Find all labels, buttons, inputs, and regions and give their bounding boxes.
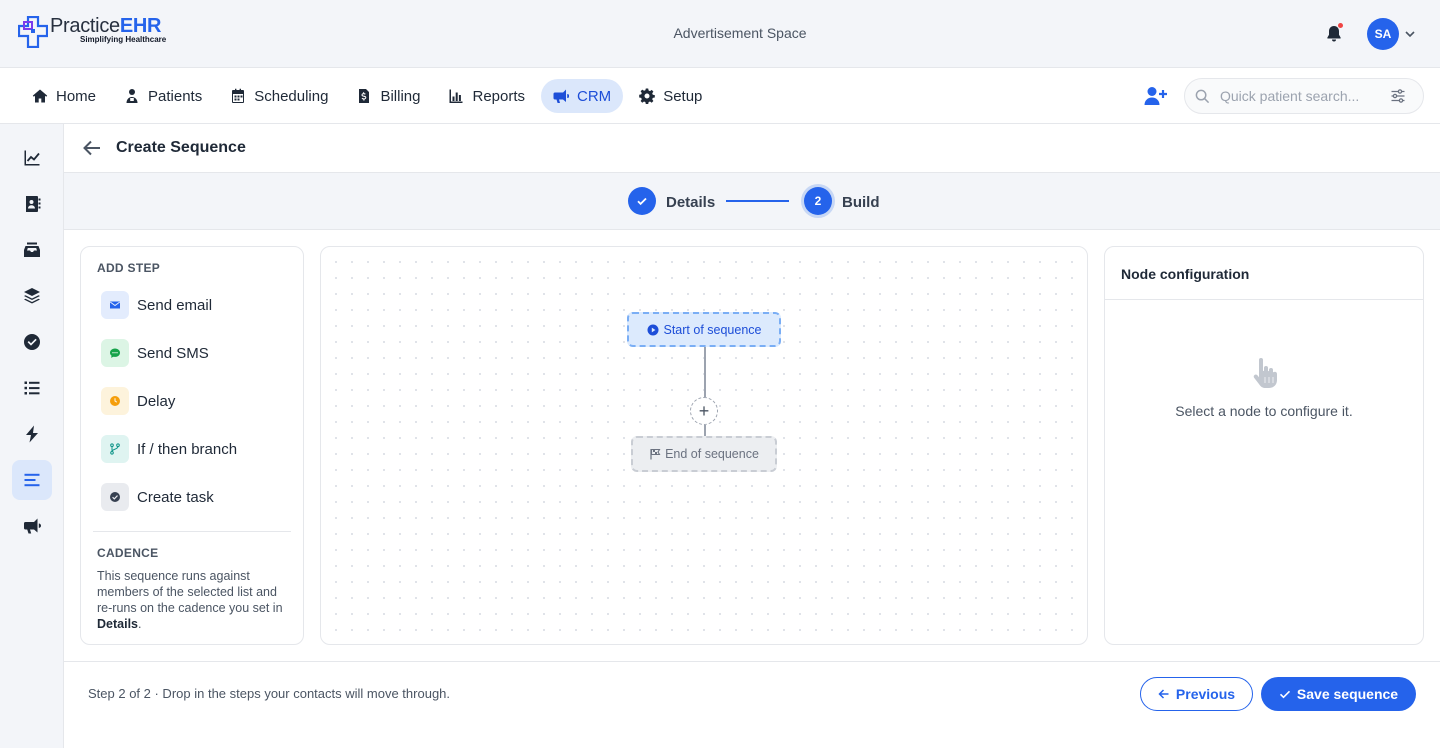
save-sequence-button[interactable]: Save sequence [1261,677,1416,711]
billing-icon [359,89,370,103]
gear-icon [639,88,655,104]
details-link[interactable]: Details [97,617,138,631]
quick-patient-search[interactable] [1184,78,1424,114]
add-patient-icon[interactable] [1144,86,1168,106]
pointer-hand-icon [1253,358,1277,388]
advertisement-space: Advertisement Space [673,25,807,41]
panel-divider [93,531,291,532]
nav-item-billing[interactable]: Billing [344,79,432,113]
reports-icon [449,89,463,103]
search-icon [1195,89,1210,103]
nav-item-setup[interactable]: Setup [627,79,714,113]
nav-item-home[interactable]: Home [20,79,108,113]
user-avatar[interactable]: SA [1367,18,1399,50]
arrow-left-icon [1158,689,1169,699]
node-config-title: Node configuration [1121,266,1250,282]
step-option-delay[interactable]: Delay [101,387,175,415]
chevron-down-icon[interactable] [1404,28,1416,40]
nav-item-reports[interactable]: Reports [436,79,537,113]
rail-item-inbox[interactable] [12,230,52,270]
connector-line [704,425,706,436]
start-node[interactable]: Start of sequence [627,312,781,347]
flag-icon [650,448,661,460]
rail-item-sequences[interactable] [12,460,52,500]
notification-dot [1338,23,1343,28]
add-step-heading: ADD STEP [97,261,161,275]
step-option-send-sms[interactable]: Send SMS [101,339,209,367]
sequence-canvas[interactable]: Start of sequence + End of sequence [320,246,1088,645]
side-rail [0,124,64,748]
megaphone-icon [553,89,570,103]
search-input[interactable] [1220,88,1390,104]
wizard-stepper: Details 2 Build [64,173,1440,230]
mail-icon [109,301,121,309]
rail-item-analytics[interactable] [12,138,52,178]
list-icon [24,381,40,395]
step-build-label[interactable]: Build [842,194,880,211]
chart-icon [24,150,40,166]
calendar-icon [232,88,245,103]
check-icon [637,197,647,206]
step-details-circle[interactable] [628,187,656,215]
nav-item-crm[interactable]: CRM [541,79,624,113]
patients-icon [126,89,138,103]
step-connector [726,200,789,202]
main-nav: Home Patients Scheduling Billing Reports… [0,68,1440,124]
page-title: Create Sequence [116,139,246,156]
nav-item-patients[interactable]: Patients [112,79,214,113]
check-icon [1279,690,1290,699]
add-node-button[interactable]: + [690,397,718,425]
contacts-icon [26,196,41,212]
rail-item-contacts[interactable] [12,184,52,224]
wizard-footer: Step 2 of 2 · Drop in the steps your con… [64,661,1440,748]
play-circle-icon [647,324,658,335]
end-node[interactable]: End of sequence [631,436,777,472]
notifications-button[interactable] [1324,23,1344,44]
rail-item-campaigns[interactable] [12,506,52,546]
connector-line [704,347,706,397]
step-option-branch[interactable]: If / then branch [101,435,237,463]
inbox-icon [24,242,40,257]
page-header: Create Sequence [64,124,1440,173]
add-step-panel: ADD STEP Send email Send SMS Delay If / … [80,246,304,645]
step-option-send-email[interactable]: Send email [101,291,212,319]
rail-item-automations[interactable] [12,414,52,454]
node-config-header: Node configuration [1105,247,1423,300]
rail-item-layers[interactable] [12,276,52,316]
filter-sliders-icon[interactable] [1390,88,1406,104]
sequence-icon [24,473,40,487]
check-circle-icon [110,492,120,502]
home-icon [32,89,48,103]
nav-item-scheduling[interactable]: Scheduling [218,79,340,113]
node-configuration-panel: Node configuration Select a node to conf… [1104,246,1424,645]
top-header: PracticeEHR Simplifying Healthcare Adver… [0,0,1440,68]
step-build-circle[interactable]: 2 [804,187,832,215]
branch-icon [110,443,120,455]
node-config-empty-message: Select a node to configure it. [1175,403,1353,419]
step-details-label[interactable]: Details [666,194,715,211]
megaphone-icon [24,518,41,534]
rail-item-tasks[interactable] [12,322,52,362]
cadence-description: This sequence runs against members of th… [97,569,283,631]
check-circle-icon [24,334,40,350]
rail-item-lists[interactable] [12,368,52,408]
bolt-icon [26,425,38,443]
cadence-heading: CADENCE [97,546,159,560]
clock-icon [110,396,120,406]
step-option-create-task[interactable]: Create task [101,483,214,511]
layers-icon [24,288,40,304]
chat-icon [110,348,120,358]
back-arrow-icon[interactable] [82,139,102,157]
previous-button[interactable]: Previous [1140,677,1253,711]
footer-status: Step 2 of 2 · Drop in the steps your con… [88,686,451,701]
